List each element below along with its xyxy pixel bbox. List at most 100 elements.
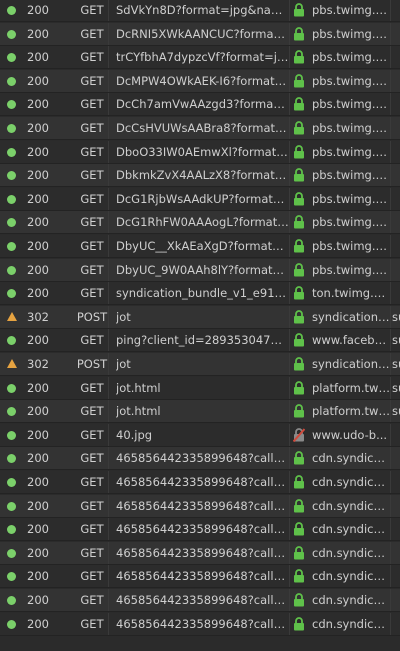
green-dot-icon [7,400,19,422]
request-method: GET [80,428,104,442]
request-file: syndication_bundle_v1_e919b... [116,286,289,300]
request-row[interactable]: 200 GET jot.html platform.twi...su [0,377,400,400]
request-method: GET [80,145,104,159]
green-dot-icon [7,141,19,163]
column-divider [289,353,290,375]
request-row[interactable]: 200 GET syndication_bundle_v1_e919b... ton.… [0,282,400,305]
request-file: DbkmkZvX4AALzX8?format=j... [116,168,289,182]
request-row[interactable]: 200 GET 465856442335899648?callback... cdn.… [0,565,400,588]
request-row[interactable]: 200 GET DcRNI5XWkAANCUC?format=... pbs.twim… [0,23,400,46]
green-dot-icon [7,235,19,257]
request-row[interactable]: 200 GET 465856442335899648?callback... cdn.… [0,447,400,470]
lock-icon [293,235,307,257]
request-file: 40.jpg [116,428,153,442]
green-dot-icon [7,0,19,21]
request-row[interactable]: 200 GET DbyUC__XkAEaXgD?format=jp... pbs.tw… [0,235,400,258]
green-dot-icon [7,329,19,351]
request-file: DboO33IW0AEmwXl?format=j... [116,145,289,159]
request-row[interactable]: 200 GET 465856442335899648?callback... cdn.… [0,471,400,494]
request-method: GET [80,168,104,182]
request-cause [392,70,400,92]
column-divider [289,400,290,422]
green-dot-icon [7,542,19,564]
request-row[interactable]: 200 GET 465856442335899648?callback... cdn.… [0,589,400,612]
column-divider [289,518,290,540]
request-row[interactable]: 302 POST jot syndication....su [0,353,400,376]
request-file: ping?client_id=289353047280... [116,333,289,347]
request-row[interactable]: 200 GET DcMPW4OWkAEK-I6?format=... pbs.twim… [0,70,400,93]
green-dot-icon [7,565,19,587]
request-row[interactable]: 200 GET ping?client_id=289353047280... www.… [0,329,400,352]
request-row[interactable]: 200 GET DcCh7amVwAAzgd3?format=j... pbs.twi… [0,93,400,116]
green-dot-icon [7,164,19,186]
lock-icon [293,471,307,493]
status-code: 200 [27,428,49,442]
request-domain: cdn.syndicat... [312,475,391,489]
request-domain: cdn.syndicat... [312,617,391,631]
request-method: GET [80,617,104,631]
request-row[interactable]: 200 GET 465856442335899648?callback... cdn.… [0,542,400,565]
request-row[interactable]: 200 GET trCYfbhA7dypzcVf?format=jp... pbs.t… [0,46,400,69]
request-method: GET [80,215,104,229]
column-divider [289,188,290,210]
column-divider [289,495,290,517]
green-dot-icon [7,259,19,281]
request-row[interactable]: 200 GET SdVkYn8D?format=jpg&name... pbs.twi… [0,0,400,22]
request-cause [392,259,400,281]
request-row[interactable]: 200 GET 465856442335899648?callback... cdn.… [0,495,400,518]
green-dot-icon [7,518,19,540]
green-dot-icon [7,613,19,635]
request-row[interactable]: 200 GET 465856442335899648?callback... cdn.… [0,613,400,636]
request-method: GET [80,263,104,277]
request-row[interactable]: 200 GET 40.jpg www.udo-b... [0,424,400,447]
warning-triangle-icon [7,306,19,328]
request-cause [392,141,400,163]
request-cause [392,542,400,564]
request-file: SdVkYn8D?format=jpg&name... [116,3,289,17]
lock-icon [293,164,307,186]
request-domain: pbs.twimg.c... [312,3,391,17]
request-row[interactable]: 302 POST jot syndication....su [0,306,400,329]
request-row[interactable]: 200 GET jot.html platform.twi...su [0,400,400,423]
lock-icon [293,259,307,281]
request-cause [392,0,400,21]
column-divider [289,93,290,115]
request-row[interactable]: 200 GET 465856442335899648?callback... cdn.… [0,518,400,541]
request-cause [392,613,400,635]
column-divider [289,211,290,233]
status-code: 200 [27,617,49,631]
status-code: 200 [27,121,49,135]
request-file: DbyUC__XkAEaXgD?format=jp... [116,239,289,253]
column-divider [390,70,391,92]
request-cause [392,282,400,304]
request-method: GET [80,97,104,111]
column-divider [390,589,391,611]
column-divider [289,70,290,92]
request-method: POST [76,357,108,371]
request-cause [392,565,400,587]
request-method: GET [80,522,104,536]
request-row[interactable]: 200 GET DbkmkZvX4AALzX8?format=j... pbs.twi… [0,164,400,187]
request-method: GET [80,50,104,64]
request-row[interactable]: 200 GET DbyUC_9W0AAh8lY?format=j... pbs.twi… [0,259,400,282]
column-divider [289,23,290,45]
request-cause: su [392,404,400,418]
request-row[interactable]: 200 GET DcG1RjbWsAAdkUP?format=j... pbs.twi… [0,188,400,211]
request-cause [392,211,400,233]
request-cause [392,46,400,68]
request-domain: pbs.twimg.c... [312,263,391,277]
status-code: 200 [27,475,49,489]
lock-icon [293,46,307,68]
column-divider [390,518,391,540]
request-cause [392,93,400,115]
request-row[interactable]: 200 GET DcCsHVUWsAABra8?format=... pbs.twim… [0,117,400,140]
request-method: GET [80,239,104,253]
request-row[interactable]: 200 GET DcG1RhFW0AAAogL?format=j... pbs.twi… [0,211,400,234]
request-cause [392,164,400,186]
lock-icon [293,353,307,375]
request-row[interactable]: 200 GET DboO33IW0AEmwXl?format=j... pbs.twi… [0,141,400,164]
request-cause [392,589,400,611]
request-domain: cdn.syndicat... [312,451,391,465]
request-domain: pbs.twimg.c... [312,121,391,135]
warning-triangle-icon [7,353,19,375]
